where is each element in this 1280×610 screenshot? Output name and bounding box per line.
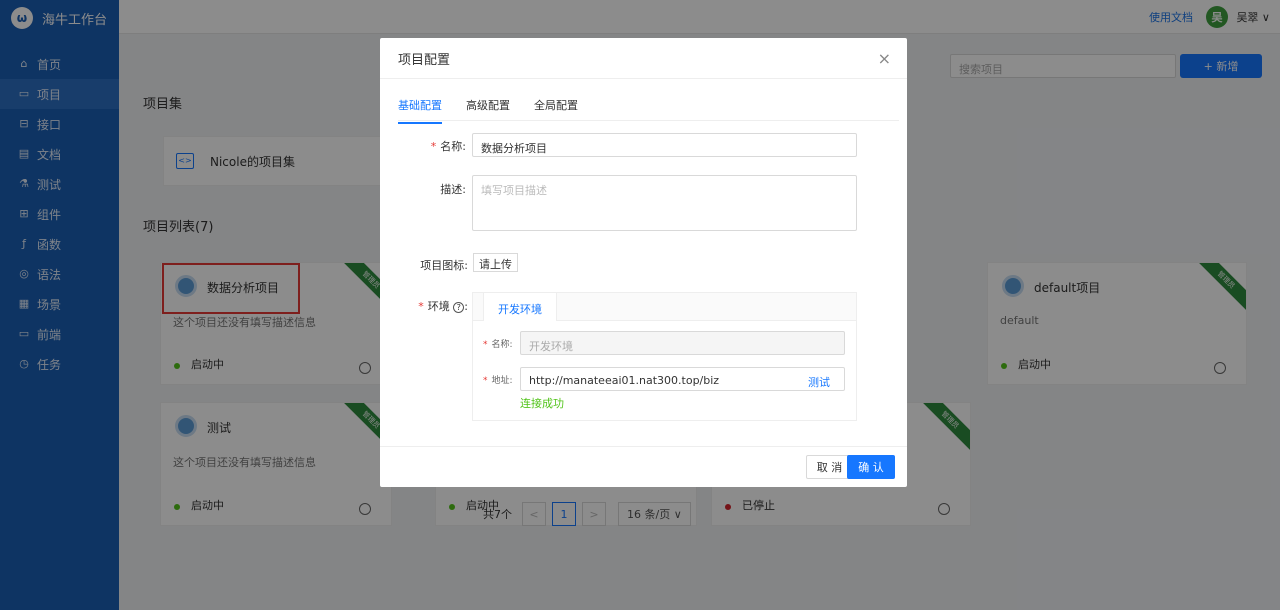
modal-title: 项目配置: [398, 52, 451, 68]
env-name-field: 开发环境: [520, 331, 845, 355]
cancel-button[interactable]: 取 消: [806, 455, 853, 479]
desc-label: 描述:: [440, 183, 466, 196]
env-address-label: * 地址:: [483, 376, 513, 386]
env-address-field[interactable]: http://manateeai01.nat300.top/biz 测试: [520, 367, 845, 391]
tab-dev-environment[interactable]: 开发环境: [483, 293, 557, 321]
modal-footer: 取 消 确 认: [380, 446, 907, 487]
name-label: * 名称:: [430, 140, 466, 153]
project-config-modal: 项目配置 × 基础配置 高级配置 全局配置 * 名称: 数据分析项目 描述: 填写…: [380, 38, 907, 487]
environment-panel: 开发环境 * 名称: 开发环境 * 地址: http://manateeai01.n…: [472, 292, 857, 421]
close-icon[interactable]: ×: [878, 49, 891, 68]
upload-button[interactable]: 请上传: [473, 253, 518, 272]
tab-divider: [398, 120, 899, 121]
env-name-label: * 名称:: [483, 340, 513, 350]
description-field[interactable]: 填写项目描述: [472, 175, 857, 231]
env-label: * 环境 ?:: [418, 300, 468, 313]
env-address-value: http://manateeai01.nat300.top/biz: [529, 374, 720, 387]
confirm-button[interactable]: 确 认: [847, 455, 895, 479]
connection-status: 连接成功: [520, 397, 564, 410]
icon-label: 项目图标:: [420, 259, 468, 272]
name-field[interactable]: 数据分析项目: [472, 133, 857, 157]
help-icon[interactable]: ?: [453, 302, 465, 313]
modal-header: 项目配置 ×: [380, 38, 907, 79]
test-connection-button[interactable]: 测试: [808, 374, 830, 390]
